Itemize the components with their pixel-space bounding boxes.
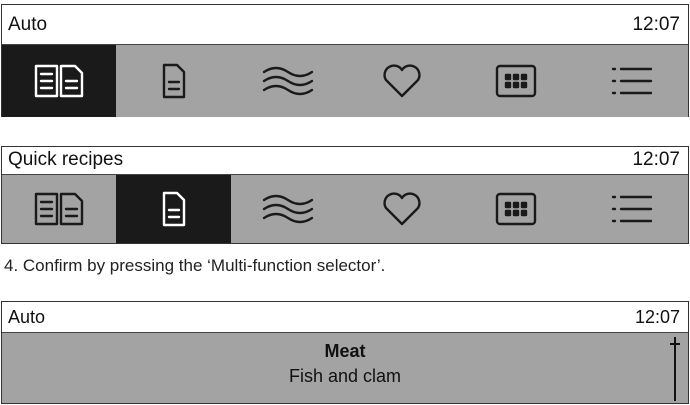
program-list: Meat Fish and clam bbox=[2, 332, 688, 403]
tab-book[interactable] bbox=[2, 45, 117, 117]
screen-title: Auto bbox=[8, 14, 48, 35]
title-bar: Quick recipes 12:07 bbox=[2, 147, 688, 174]
scrollbar[interactable] bbox=[670, 333, 680, 403]
title-bar: Auto 12:07 bbox=[2, 302, 688, 332]
tab-waves[interactable] bbox=[231, 175, 345, 243]
tab-document[interactable] bbox=[116, 45, 230, 117]
oven-display-quick-recipes: Quick recipes 12:07 bbox=[1, 146, 689, 244]
heart-icon bbox=[383, 192, 421, 226]
grid-icon bbox=[496, 192, 537, 226]
oven-display-auto-list: Auto 12:07 Meat Fish and clam bbox=[1, 301, 689, 404]
menu-tab-bar bbox=[2, 174, 688, 243]
list-icon bbox=[611, 67, 652, 95]
screen-title: Auto bbox=[8, 307, 46, 327]
clock: 12:07 bbox=[632, 149, 680, 170]
scrollbar-thumb[interactable] bbox=[670, 343, 680, 345]
tab-grid[interactable] bbox=[459, 45, 573, 117]
oven-display-auto: Auto 12:07 bbox=[1, 4, 689, 117]
grid-icon bbox=[496, 64, 537, 98]
tab-waves[interactable] bbox=[231, 45, 345, 117]
list-icon bbox=[611, 195, 652, 223]
scrollbar-track bbox=[674, 337, 676, 401]
tab-heart[interactable] bbox=[345, 175, 459, 243]
book-icon bbox=[34, 64, 84, 98]
list-item-primary: Meat bbox=[324, 341, 366, 361]
heart-icon bbox=[383, 64, 421, 98]
tab-book[interactable] bbox=[2, 175, 116, 243]
clock: 12:07 bbox=[632, 14, 680, 35]
menu-tab-bar bbox=[2, 44, 688, 117]
book-icon bbox=[34, 192, 84, 226]
waves-icon bbox=[262, 66, 314, 96]
tab-list[interactable] bbox=[574, 45, 688, 117]
instruction-step: 4. Confirm by pressing the ‘Multi-functi… bbox=[4, 256, 386, 275]
waves-icon bbox=[262, 194, 314, 224]
document-icon bbox=[163, 63, 186, 99]
list-item-secondary: Fish and clam bbox=[288, 366, 402, 386]
tab-grid[interactable] bbox=[459, 175, 573, 243]
list-item-selected[interactable]: Meat Fish and clam bbox=[2, 333, 688, 388]
document-icon bbox=[163, 191, 186, 227]
screen-title: Quick recipes bbox=[8, 149, 124, 170]
clock: 12:07 bbox=[634, 307, 680, 327]
tab-list[interactable] bbox=[574, 175, 688, 243]
tab-document[interactable] bbox=[116, 175, 231, 243]
tab-heart[interactable] bbox=[345, 45, 459, 117]
title-bar: Auto 12:07 bbox=[2, 5, 688, 44]
